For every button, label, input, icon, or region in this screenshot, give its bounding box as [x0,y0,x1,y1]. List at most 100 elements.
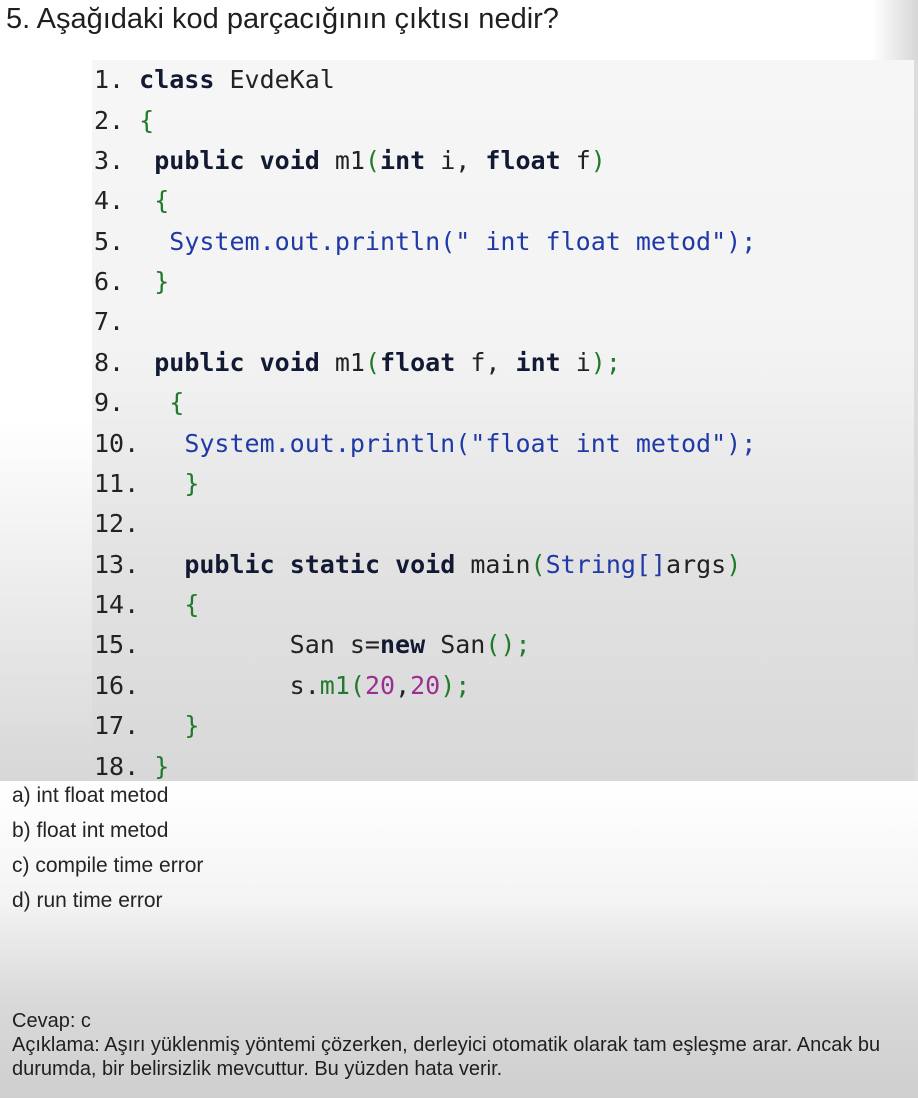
code-token: , [395,671,411,700]
code-line: 4. { [94,181,169,221]
code-token: void [259,146,320,175]
code-token: { [169,388,185,417]
code-line: 6. } [94,262,169,302]
code-token: ( [364,348,381,377]
code-token: EvdeKal [214,65,335,94]
code-token: ( [364,146,381,175]
answer-section: Cevap: c Açıklama: Aşırı yüklenmiş yönte… [12,1009,912,1081]
code-token: 12. [94,509,140,538]
code-token: } [154,752,170,781]
code-token: 8. [94,348,155,377]
code-token: static [289,550,380,579]
code-token: m1 [319,146,365,175]
code-line: 13. public static void main(String[]args… [94,545,741,585]
code-line: 17. } [94,706,199,746]
code-token: (); [485,630,531,659]
code-line: 7. [94,302,124,342]
code-block: 1. class EvdeKal 2. {3. public void m1(in… [92,60,914,781]
code-token: i [560,348,591,377]
code-token: } [184,711,200,740]
code-token: i, [425,146,486,175]
code-token: 17. [94,711,185,740]
code-token: System.out.println(" int float metod"); [169,227,757,256]
code-line: 15. San s=new San(); [94,625,531,665]
code-line: 10. System.out.println("float int metod"… [94,424,756,464]
code-token: void [259,348,320,377]
code-token: 11. [94,469,185,498]
code-token: void [395,550,456,579]
code-token: public [154,348,245,377]
code-token: 15. [94,630,290,659]
code-token: { [139,106,155,135]
code-token: String[] [545,550,667,579]
code-line: 18. } [94,747,169,787]
code-token: 2. [94,106,140,135]
code-token: San [425,630,486,659]
code-line: 8. public void m1(float f, int i); [94,343,621,383]
code-token: ( [530,550,546,579]
code-token: 7. [94,307,125,336]
code-line: 11. } [94,464,199,504]
code-token: 18. [94,752,155,781]
code-token: 10. [94,429,185,458]
code-token: ( [349,671,365,700]
code-token: } [184,469,200,498]
code-block-edge [914,60,918,781]
code-line: 12. [94,504,139,544]
code-token: ) [726,550,742,579]
question-title: 5. Aşağıdaki kod parçacığının çıktısı ne… [6,3,559,35]
code-token: int [515,348,561,377]
option-a[interactable]: a) int float metod [12,783,892,818]
code-token: 4. [94,186,155,215]
code-token: new [379,630,426,659]
code-line: 14. { [94,585,199,625]
code-token: 1. [94,65,140,94]
code-token: 20 [364,671,396,700]
code-line: 2. { [94,101,154,141]
code-token: int [380,146,426,175]
answer-label: Cevap: c [12,1010,91,1032]
code-token: f [560,146,591,175]
answer-options: a) int float metod b) float int metod c)… [12,783,892,923]
code-token: public [154,146,245,175]
code-line: 5. System.out.println(" int float metod"… [94,222,756,262]
code-token: m1 [319,671,350,700]
code-token: 3. [94,146,155,175]
code-token: ); [590,348,621,377]
left-background-band [0,420,92,781]
code-token: } [154,267,170,296]
code-token: 6. [94,267,155,296]
code-token: San s= [289,630,380,659]
code-line: 1. class EvdeKal [94,60,335,100]
option-b[interactable]: b) float int metod [12,818,892,853]
code-token: public [184,550,275,579]
option-d[interactable]: d) run time error [12,888,892,923]
code-token: System.out.println("float int metod"); [184,429,757,458]
code-token: { [154,186,170,215]
code-token: 13. [94,550,185,579]
code-token: ); [440,671,471,700]
code-token: f, [455,348,516,377]
code-token: { [184,590,200,619]
option-c[interactable]: c) compile time error [12,853,892,888]
code-token: 20 [410,671,441,700]
answer-explanation: Açıklama: Aşırı yüklenmiş yöntemi çözerk… [12,1034,881,1080]
code-token: 16. [94,671,290,700]
code-token: float [485,146,561,175]
code-line: 9. { [94,383,184,423]
code-token: m1 [319,348,365,377]
code-token: s. [289,671,320,700]
code-token: float [380,348,456,377]
code-token: 14. [94,590,185,619]
code-token: main [455,550,531,579]
code-line: 16. s.m1(20,20); [94,666,470,706]
code-token: class [139,65,215,94]
code-token: args [666,550,727,579]
code-token: 9. [94,388,170,417]
code-line: 3. public void m1(int i, float f) [94,141,606,181]
code-token: ) [590,146,606,175]
